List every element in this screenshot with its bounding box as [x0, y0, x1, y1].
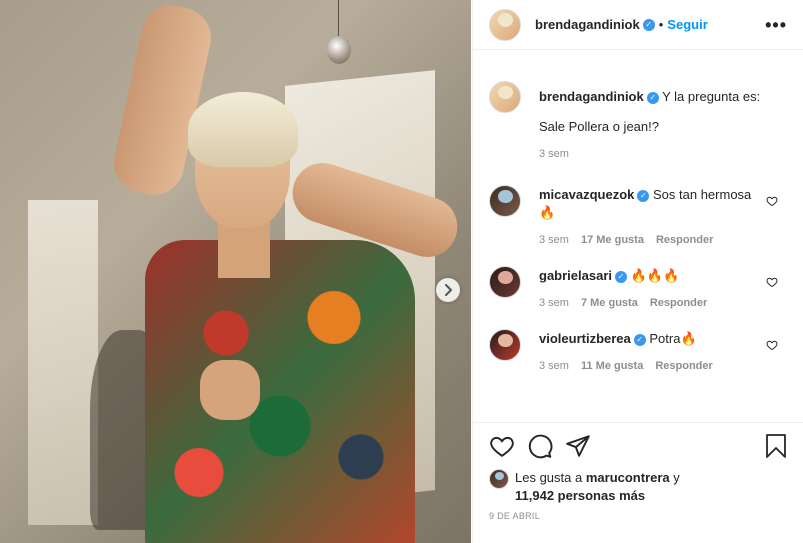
verified-icon: ✓ [642, 18, 655, 31]
more-options-icon[interactable]: ••• [765, 16, 787, 34]
comment-meta: 3 sem 17 Me gusta Responder [539, 234, 760, 246]
avatar[interactable] [489, 266, 521, 298]
chevron-right-icon [445, 284, 452, 296]
comment-time[interactable]: 3 sem [539, 234, 569, 246]
comment-username[interactable]: violeurtizberea [539, 331, 631, 346]
heart-icon[interactable] [766, 339, 778, 351]
comment-item: gabrielasari ✓ 🔥🔥🔥 3 sem 7 Me gusta Respo… [473, 266, 803, 309]
next-photo-button[interactable] [436, 278, 460, 302]
verified-icon: ✓ [633, 333, 646, 346]
comment-time[interactable]: 3 sem [539, 297, 569, 309]
avatar[interactable] [489, 81, 521, 113]
post-actions: Les gusta a marucontrera y 11,942 person… [473, 422, 803, 521]
heart-icon[interactable] [489, 433, 515, 459]
comment-meta: 3 sem 11 Me gusta Responder [539, 360, 760, 372]
lamp-wire [338, 0, 339, 38]
caption-username[interactable]: brendagandiniok [539, 89, 644, 104]
avatar[interactable] [489, 329, 521, 361]
reply-button[interactable]: Responder [650, 297, 707, 309]
caption-meta: 3 sem [539, 148, 788, 160]
comment-likes[interactable]: 17 Me gusta [581, 234, 644, 246]
post-date[interactable]: 9 DE ABRIL [489, 511, 788, 521]
caption-text-line2: Sale Pollera o jean!? [539, 119, 659, 134]
caption-time[interactable]: 3 sem [539, 148, 569, 160]
reply-button[interactable]: Responder [655, 360, 712, 372]
action-icons [489, 433, 788, 459]
verified-icon: ✓ [637, 189, 650, 202]
verified-icon: ✓ [646, 91, 659, 104]
caption: brendagandiniok ✓ Y la pregunta es: Sale … [473, 51, 803, 160]
heart-icon[interactable] [766, 276, 778, 288]
share-icon[interactable] [565, 433, 591, 459]
comment-username[interactable]: micavazquezok [539, 187, 634, 202]
likes-user[interactable]: marucontrera [586, 470, 670, 485]
avatar[interactable] [489, 469, 509, 489]
likes-summary: Les gusta a marucontrera y 11,942 person… [489, 469, 788, 505]
post-panel: brendagandiniok ✓ • Seguir ••• brendagan… [472, 0, 803, 543]
light-patch-left [28, 200, 98, 525]
midriff [200, 360, 260, 420]
follow-button[interactable]: Seguir [667, 17, 707, 32]
separator-dot: • [658, 17, 664, 32]
post-header: brendagandiniok ✓ • Seguir ••• [473, 0, 803, 50]
caption-text: Y la pregunta es: [662, 89, 761, 104]
avatar[interactable] [489, 185, 521, 217]
author-username[interactable]: brendagandiniok [535, 17, 640, 32]
comment-icon[interactable] [527, 433, 553, 459]
likes-count[interactable]: 11,942 personas más [515, 488, 645, 503]
comment-text: Potra🔥 [649, 331, 697, 346]
likes-prefix: Les gusta a [515, 470, 583, 485]
verified-icon: ✓ [615, 270, 627, 283]
comment-likes[interactable]: 11 Me gusta [581, 360, 643, 372]
comment-text: 🔥🔥🔥 [630, 268, 680, 283]
comment-likes[interactable]: 7 Me gusta [581, 297, 638, 309]
likes-conj: y [673, 470, 680, 485]
comment-meta: 3 sem 7 Me gusta Responder [539, 297, 760, 309]
avatar[interactable] [489, 8, 521, 41]
post-photo[interactable] [0, 0, 471, 543]
hanging-bulb [327, 36, 351, 64]
comment-time[interactable]: 3 sem [539, 360, 569, 372]
reply-button[interactable]: Responder [656, 234, 713, 246]
blonde-hair [188, 92, 298, 167]
comment-item: micavazquezok ✓ Sos tan hermosa 🔥 3 sem 1… [473, 185, 803, 246]
comments-list[interactable]: brendagandiniok ✓ Y la pregunta es: Sale … [473, 51, 803, 421]
comment-item: violeurtizberea ✓ Potra🔥 3 sem 11 Me gust… [473, 329, 803, 372]
comment-username[interactable]: gabrielasari [539, 268, 612, 283]
bookmark-icon[interactable] [764, 433, 788, 459]
patterned-dress [145, 240, 415, 543]
heart-icon[interactable] [766, 195, 778, 207]
